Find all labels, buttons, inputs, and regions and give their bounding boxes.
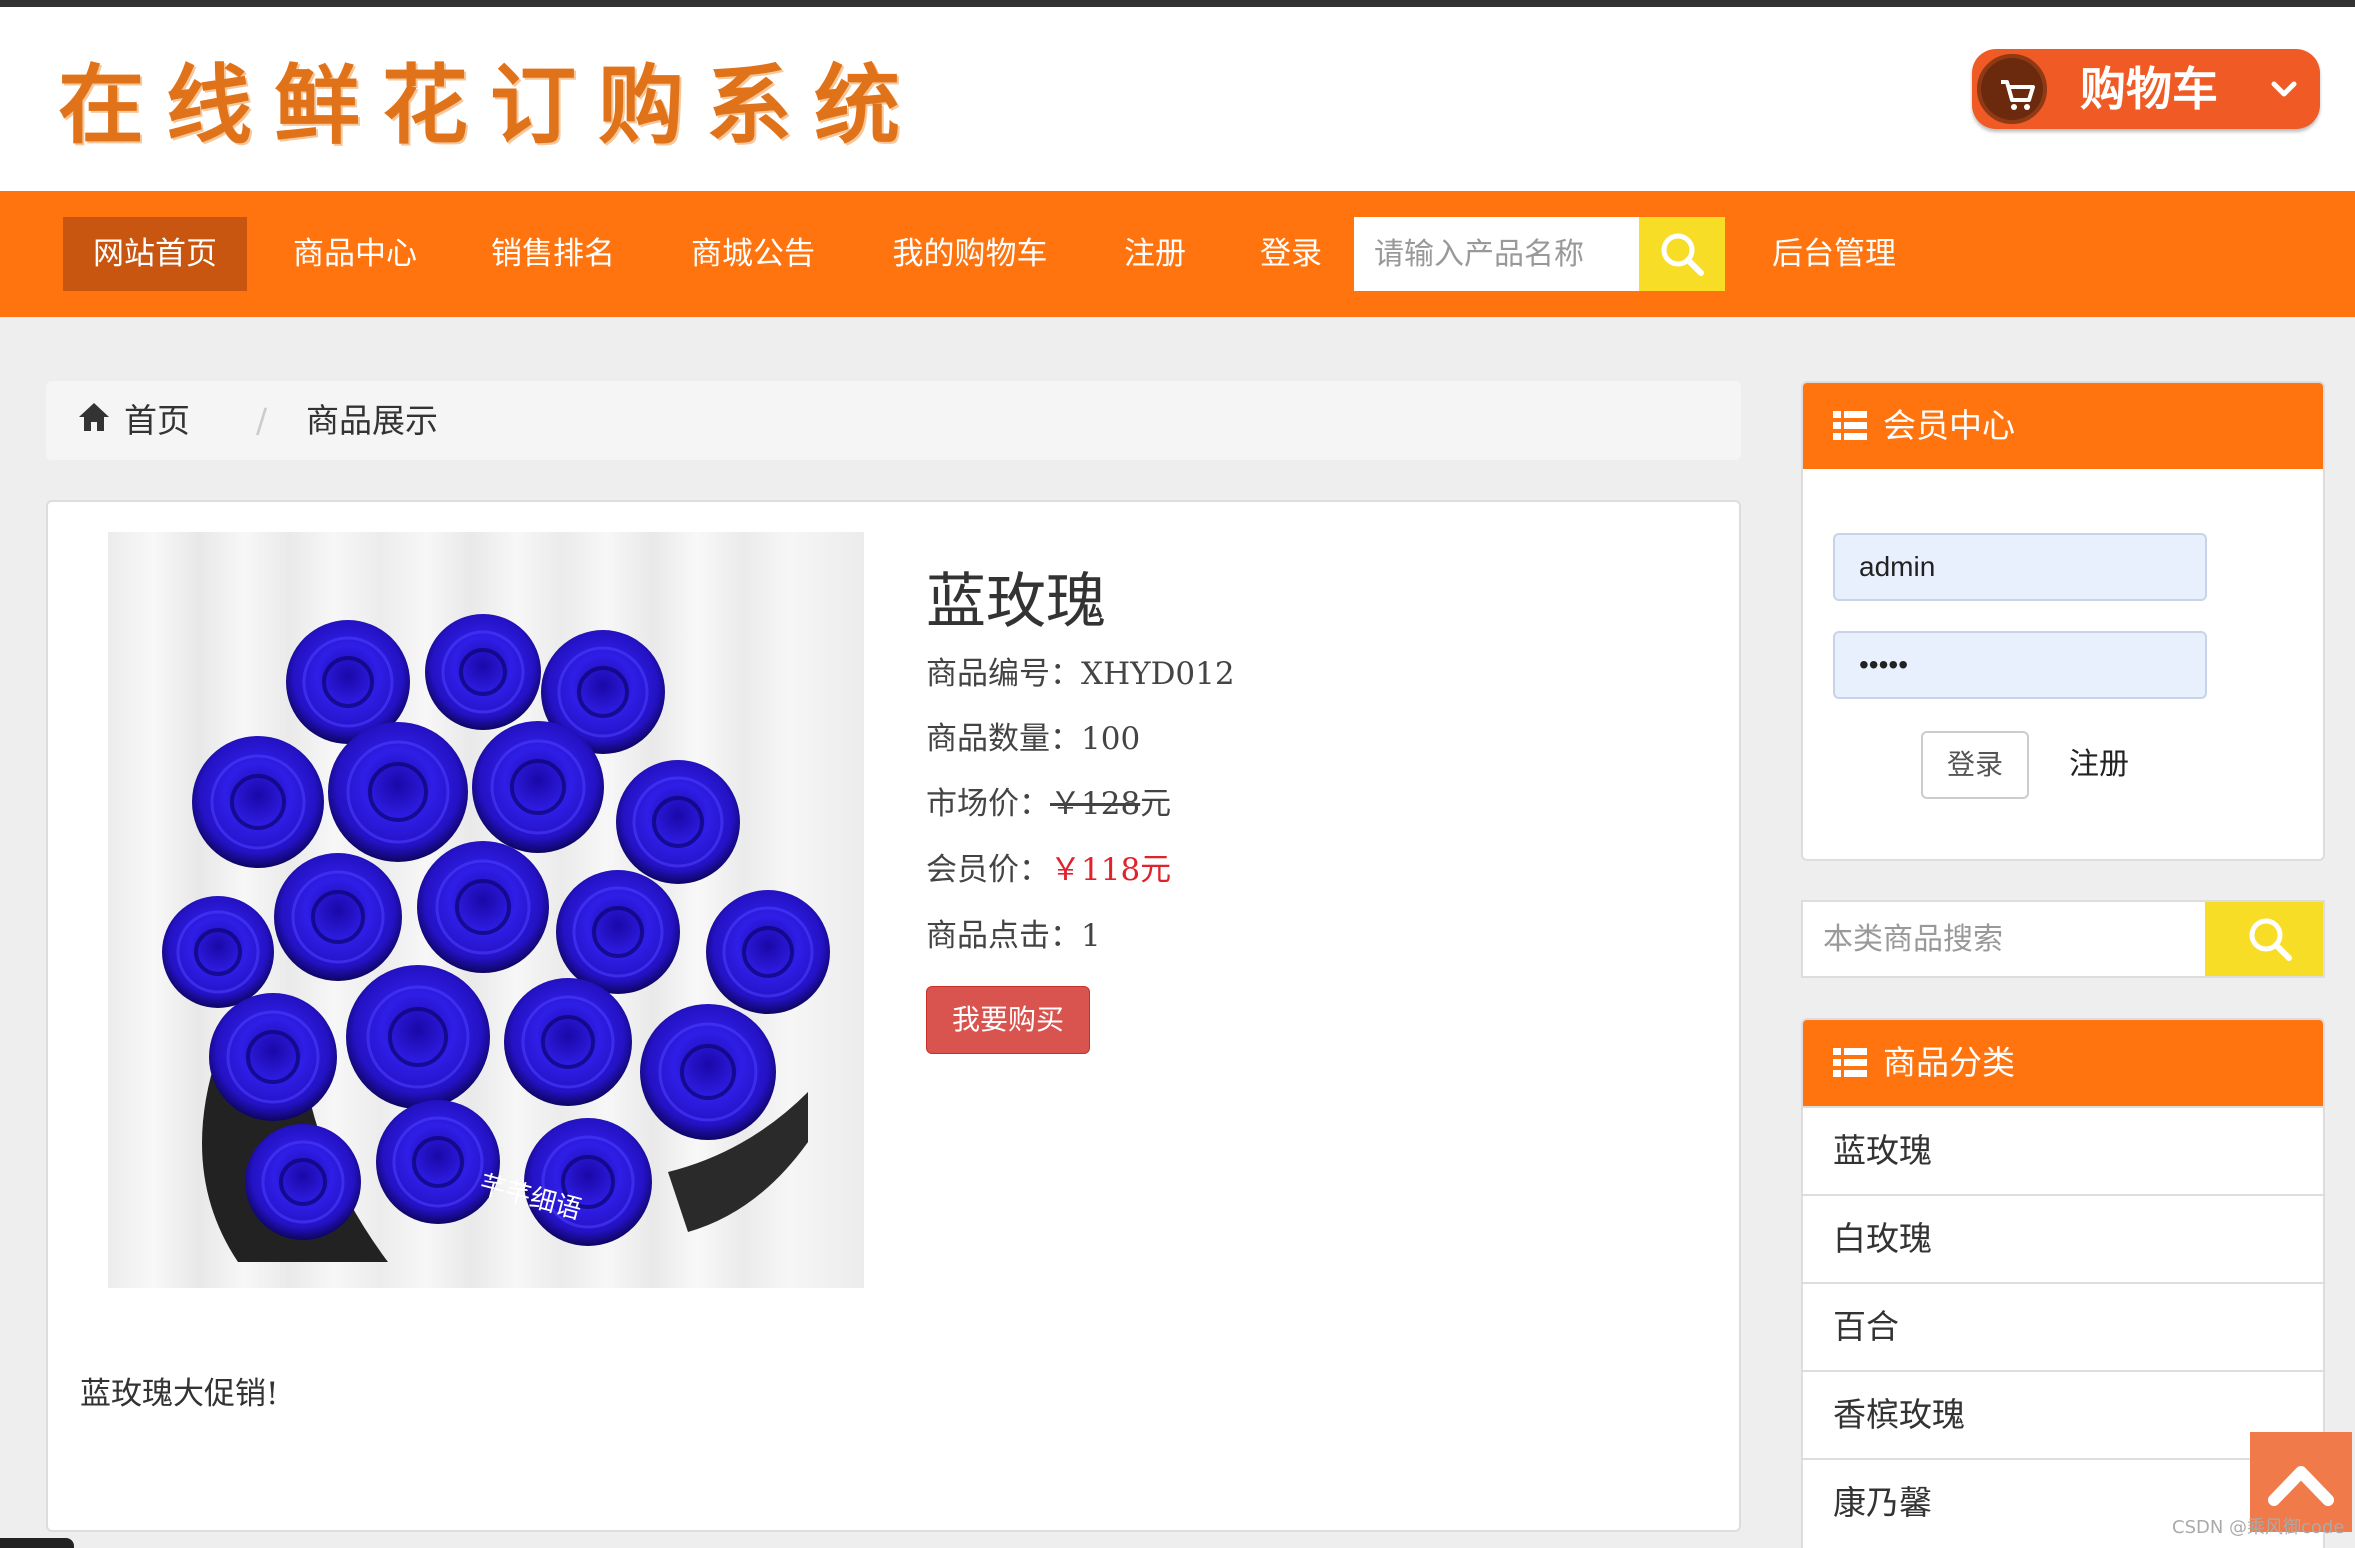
nav-item-login[interactable]: 登录 bbox=[1236, 217, 1346, 291]
product-code-row: 商品编号：XHYD012 bbox=[926, 652, 1235, 696]
site-header: 在线鲜花订购系统 购物车 bbox=[0, 7, 2355, 191]
category-search-input[interactable] bbox=[1803, 902, 2203, 976]
product-quantity-label: 商品数量： bbox=[926, 721, 1081, 757]
breadcrumb-home-link[interactable]: 首页 bbox=[124, 401, 190, 441]
market-price-value: ￥128 bbox=[1050, 786, 1141, 822]
category-search-button[interactable] bbox=[2205, 902, 2323, 976]
market-price-row: 市场价：￥128元 bbox=[926, 782, 1171, 826]
member-price-label: 会员价： bbox=[926, 852, 1050, 888]
password-input[interactable] bbox=[1833, 631, 2207, 699]
cart-label: 购物车 bbox=[2080, 62, 2218, 116]
product-clicks-value: 1 bbox=[1081, 918, 1101, 954]
cart-dropdown-button[interactable]: 购物车 bbox=[1972, 49, 2320, 129]
member-center-box: 会员中心 登录 注册 bbox=[1801, 381, 2325, 861]
market-price-label: 市场价： bbox=[926, 786, 1050, 822]
site-logo[interactable]: 在线鲜花订购系统 bbox=[58, 51, 922, 161]
csdn-watermark: CSDN @乘风御code bbox=[2172, 1517, 2345, 1538]
corner-edge bbox=[0, 1538, 74, 1548]
search-icon bbox=[2249, 918, 2292, 961]
category-item[interactable]: 白玫瑰 bbox=[1803, 1194, 2323, 1282]
product-code-value: XHYD012 bbox=[1081, 656, 1235, 692]
market-price-unit: 元 bbox=[1140, 786, 1172, 822]
category-box: 商品分类 蓝玫瑰 白玫瑰 百合 香槟玫瑰 康乃馨 bbox=[1801, 1018, 2325, 1548]
chevron-up-icon bbox=[2268, 1466, 2334, 1506]
list-icon bbox=[1833, 411, 1867, 440]
product-code-label: 商品编号： bbox=[926, 656, 1081, 692]
nav-item-sales-ranking[interactable]: 销售排名 bbox=[470, 217, 636, 291]
breadcrumb-separator: / bbox=[256, 401, 268, 440]
search-icon bbox=[1661, 233, 1704, 276]
username-input[interactable] bbox=[1833, 533, 2207, 601]
category-item[interactable]: 百合 bbox=[1803, 1282, 2323, 1370]
register-link[interactable]: 注册 bbox=[2069, 741, 2129, 789]
cart-icon-circle bbox=[1972, 49, 2052, 129]
category-item[interactable]: 香槟玫瑰 bbox=[1803, 1370, 2323, 1458]
member-center-header: 会员中心 bbox=[1803, 383, 2323, 469]
category-header: 商品分类 bbox=[1803, 1020, 2323, 1106]
product-clicks-row: 商品点击：1 bbox=[926, 914, 1101, 958]
list-icon bbox=[1833, 1048, 1867, 1077]
member-center-title: 会员中心 bbox=[1883, 406, 2015, 445]
nav-item-announcements[interactable]: 商城公告 bbox=[670, 217, 836, 291]
product-search-input[interactable] bbox=[1354, 217, 1639, 291]
nav-item-products[interactable]: 商品中心 bbox=[272, 217, 438, 291]
member-price-row: 会员价：￥118元 bbox=[926, 848, 1171, 892]
category-item[interactable]: 蓝玫瑰 bbox=[1803, 1106, 2323, 1194]
chevron-down-icon bbox=[2271, 81, 2297, 97]
main-nav: 网站首页 商品中心 销售排名 商城公告 我的购物车 注册 登录 后台管理 bbox=[0, 191, 2355, 317]
nav-item-my-cart[interactable]: 我的购物车 bbox=[870, 217, 1070, 291]
product-image: 芊芊细语 bbox=[108, 532, 864, 1288]
nav-item-register[interactable]: 注册 bbox=[1100, 217, 1210, 291]
product-detail-panel: 芊芊细语 蓝玫瑰 商品编号：XHYD012 商品数量：100 市场价：￥128元… bbox=[46, 500, 1741, 1532]
shopping-cart-icon bbox=[2001, 80, 2035, 110]
breadcrumb: 首页 / 商品展示 bbox=[46, 381, 1741, 460]
login-button[interactable]: 登录 bbox=[1921, 731, 2029, 799]
product-search-button[interactable] bbox=[1639, 217, 1725, 291]
category-title: 商品分类 bbox=[1883, 1043, 2015, 1082]
top-border bbox=[0, 0, 2355, 7]
breadcrumb-current: 商品展示 bbox=[306, 401, 438, 440]
nav-item-home[interactable]: 网站首页 bbox=[63, 217, 247, 291]
nav-item-admin[interactable]: 后台管理 bbox=[1754, 217, 1914, 291]
product-quantity-row: 商品数量：100 bbox=[926, 717, 1140, 761]
member-price-value: ￥118元 bbox=[1050, 852, 1172, 888]
buy-button[interactable]: 我要购买 bbox=[926, 986, 1090, 1054]
product-description: 蓝玫瑰大促销! bbox=[80, 1376, 279, 1412]
home-icon bbox=[79, 403, 109, 431]
product-quantity-value: 100 bbox=[1081, 721, 1141, 757]
category-search-box bbox=[1801, 900, 2325, 978]
product-name: 蓝玫瑰 bbox=[926, 567, 1106, 637]
product-clicks-label: 商品点击： bbox=[926, 918, 1081, 954]
blue-rose-bouquet-image: 芊芊细语 bbox=[162, 614, 830, 1262]
